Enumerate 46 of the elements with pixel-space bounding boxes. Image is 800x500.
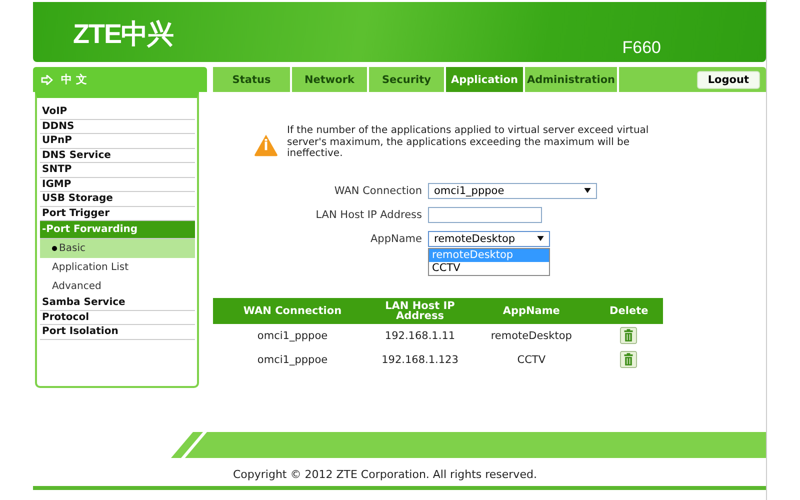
field-label: LAN Host IP Address xyxy=(314,208,422,220)
field-label: WAN Connection xyxy=(333,184,422,196)
model-name: F660 xyxy=(622,38,661,58)
trash-icon[interactable] xyxy=(620,351,638,368)
table-cell: omci1_pppoe xyxy=(257,354,328,366)
table-cell: CCTV xyxy=(517,354,546,366)
sidebar-item[interactable]: Samba Service xyxy=(40,296,195,310)
nav-tab[interactable]: Administration xyxy=(525,67,617,92)
table-cell: remoteDesktop xyxy=(490,330,572,342)
sidebar-item[interactable]: Protocol xyxy=(40,310,195,325)
logout-button[interactable]: Logout xyxy=(696,70,760,88)
field-label: AppName xyxy=(370,232,422,244)
sidebar-subitem[interactable]: Application List xyxy=(40,258,195,277)
column-header: LAN Host IP Address xyxy=(372,298,468,324)
sidebar-item[interactable]: SNTP xyxy=(40,163,195,178)
copyright-text: Copyright © 2012 ZTE Corporation. All rights reserved. xyxy=(233,468,538,481)
column-header: Delete xyxy=(594,298,663,324)
table-cell: omci1_pppoe xyxy=(257,330,328,342)
sidebar-item[interactable]: IGMP xyxy=(40,178,195,192)
caret-icon xyxy=(537,236,544,241)
app-name-select[interactable]: remoteDesktop xyxy=(428,230,550,246)
notice-text: If the number of the applications applied to virtual server exceed virtual server's maximum, the applications exceeding the maximum will be ineffective. xyxy=(287,125,650,160)
nav-tab[interactable]: Security xyxy=(369,67,444,92)
nav-tab[interactable]: Network xyxy=(292,67,367,92)
arrow-icon xyxy=(41,74,53,84)
column-header: WAN Connection xyxy=(213,298,372,324)
ip-input-field[interactable] xyxy=(428,206,542,222)
sidebar-subitem[interactable]: Basic xyxy=(40,239,195,258)
table-cell: 192.168.1.123 xyxy=(382,354,458,366)
sidebar-item[interactable]: USB Storage xyxy=(40,192,195,206)
sidebar-item[interactable]: UPnP xyxy=(40,134,195,148)
sidebar-item[interactable]: DDNS xyxy=(40,120,195,134)
caret-icon xyxy=(584,188,591,193)
dropdown-option[interactable]: CCTV xyxy=(429,262,549,274)
trash-icon[interactable] xyxy=(620,327,638,344)
nav-tab[interactable]: Status xyxy=(213,67,290,92)
logo: ZTE中兴 xyxy=(73,18,173,51)
sidebar-item[interactable]: DNS Service xyxy=(40,148,195,163)
warning-icon xyxy=(253,133,279,157)
stripe-drawing xyxy=(171,432,221,458)
sidebar-item[interactable]: Port Isolation xyxy=(40,325,195,340)
table-cell: 192.168.1.11 xyxy=(384,330,456,342)
sidebar-subitem[interactable]: Advanced xyxy=(40,277,195,296)
sidebar-item[interactable]: VoIP xyxy=(40,105,195,120)
column-header: AppName xyxy=(468,298,595,324)
wan-connection-select[interactable]: omci1_pppoe xyxy=(428,182,597,198)
